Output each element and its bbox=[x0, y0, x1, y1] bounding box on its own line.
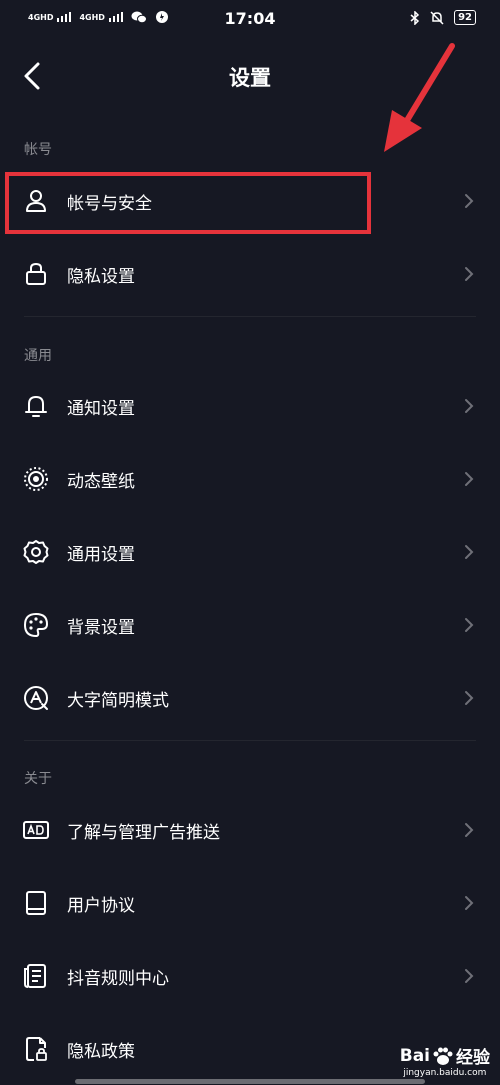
bell-icon bbox=[25, 396, 47, 417]
section-header-account: 帐号 bbox=[24, 142, 52, 158]
document-icon bbox=[24, 964, 46, 988]
lock-icon bbox=[26, 262, 46, 285]
live-wallpaper-icon bbox=[24, 467, 48, 491]
chevron-right-icon bbox=[465, 691, 474, 705]
watermark-brand-a: Bai bbox=[399, 1045, 430, 1066]
ad-icon bbox=[23, 821, 49, 839]
chevron-right-icon bbox=[465, 267, 474, 281]
palette-icon bbox=[24, 613, 48, 637]
divider bbox=[24, 740, 476, 741]
settings-item-privacy-settings[interactable]: 隐私设置 bbox=[0, 237, 500, 310]
settings-item-user-agreement[interactable]: 用户协议 bbox=[0, 866, 500, 939]
settings-item-general-settings[interactable]: 通用设置 bbox=[0, 515, 500, 588]
chevron-right-icon bbox=[465, 969, 474, 983]
settings-item-label: 动态壁纸 bbox=[67, 472, 135, 492]
divider bbox=[24, 316, 476, 317]
settings-item-live-wallpaper[interactable]: 动态壁纸 bbox=[0, 442, 500, 515]
chevron-right-icon bbox=[465, 545, 474, 559]
chevron-right-icon bbox=[465, 399, 474, 413]
book-icon bbox=[26, 891, 46, 915]
settings-item-label: 背景设置 bbox=[67, 618, 135, 638]
settings-item-label: 抖音规则中心 bbox=[67, 969, 169, 989]
watermark-logo: Bai 经验 bbox=[399, 1043, 490, 1069]
annotation-arrow-icon bbox=[384, 43, 455, 152]
chevron-right-icon bbox=[465, 823, 474, 837]
status-right: 92 bbox=[410, 10, 476, 25]
settings-item-label: 通知设置 bbox=[67, 399, 135, 419]
settings-item-label: 大字简明模式 bbox=[67, 691, 169, 711]
settings-item-large-font-mode[interactable]: 大字简明模式 bbox=[0, 661, 500, 734]
settings-item-label: 隐私设置 bbox=[67, 267, 135, 287]
settings-item-label: 了解与管理广告推送 bbox=[67, 823, 220, 843]
watermark: Bai 经验 jingyan.baidu.com bbox=[399, 1043, 490, 1079]
gear-icon bbox=[23, 540, 49, 564]
section-header-general: 通用 bbox=[24, 348, 52, 364]
privacy-doc-icon bbox=[26, 1037, 47, 1061]
highlight-box bbox=[5, 172, 371, 234]
settings-item-notifications[interactable]: 通知设置 bbox=[0, 369, 500, 442]
chevron-right-icon bbox=[465, 194, 474, 208]
watermark-url: jingyan.baidu.com bbox=[403, 1068, 487, 1078]
settings-item-label: 通用设置 bbox=[67, 545, 135, 565]
settings-item-rules-center[interactable]: 抖音规则中心 bbox=[0, 939, 500, 1012]
settings-item-label: 用户协议 bbox=[67, 896, 135, 916]
section-header-about: 关于 bbox=[24, 771, 52, 787]
mute-icon bbox=[430, 10, 444, 25]
status-bar: 4GHD 4GHD 17:04 92 bbox=[0, 0, 500, 40]
paw-icon bbox=[433, 1047, 453, 1065]
home-indicator[interactable] bbox=[75, 1079, 425, 1084]
chevron-right-icon bbox=[465, 896, 474, 910]
bluetooth-icon bbox=[410, 10, 420, 25]
settings-item-ad-management[interactable]: 了解与管理广告推送 bbox=[0, 793, 500, 866]
settings-item-background[interactable]: 背景设置 bbox=[0, 588, 500, 661]
chevron-right-icon bbox=[465, 618, 474, 632]
chevron-right-icon bbox=[465, 472, 474, 486]
battery-icon: 92 bbox=[454, 10, 476, 25]
settings-item-label: 隐私政策 bbox=[67, 1042, 135, 1062]
large-font-icon bbox=[24, 686, 48, 710]
watermark-brand-b: 经验 bbox=[456, 1048, 490, 1068]
